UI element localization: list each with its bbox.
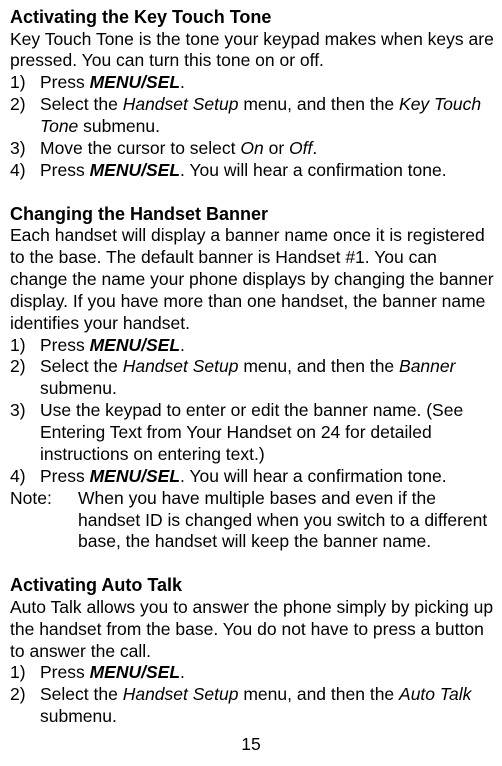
section-key-touch-tone: Activating the Key Touch Tone Key Touch …	[10, 6, 494, 182]
step-text: Press	[40, 160, 90, 180]
note-block: Note: When you have multiple bases and e…	[10, 488, 494, 554]
step-number: 1)	[10, 335, 26, 357]
step-number: 2)	[10, 94, 26, 116]
steps-handset-banner: 1) Press MENU/SEL. 2) Select the Handset…	[10, 335, 494, 488]
menu-sel-label: MENU/SEL	[90, 335, 180, 355]
step-text: Select the	[40, 94, 123, 114]
menu-name: Handset Setup	[123, 94, 239, 114]
heading-auto-talk: Activating Auto Talk	[10, 574, 494, 597]
step-text: .	[180, 662, 185, 682]
step-text: or	[264, 138, 289, 158]
steps-key-touch-tone: 1) Press MENU/SEL. 2) Select the Handset…	[10, 72, 494, 181]
page-number: 15	[0, 734, 502, 756]
submenu-name: Banner	[399, 356, 455, 376]
step-text: Press	[40, 662, 90, 682]
step-text: Use the keypad to enter or edit the bann…	[40, 400, 463, 464]
section-auto-talk: Activating Auto Talk Auto Talk allows yo…	[10, 574, 494, 728]
menu-name: Handset Setup	[123, 356, 239, 376]
step-text: .	[180, 335, 185, 355]
step-text: .	[180, 72, 185, 92]
step-number: 4)	[10, 160, 26, 182]
step-1: 1) Press MENU/SEL.	[10, 72, 494, 94]
step-4: 4) Press MENU/SEL. You will hear a confi…	[10, 466, 494, 488]
option-off: Off	[289, 138, 312, 158]
heading-handset-banner: Changing the Handset Banner	[10, 203, 494, 226]
submenu-name: Auto Talk	[399, 684, 471, 704]
step-text: menu, and then the	[238, 684, 399, 704]
step-1: 1) Press MENU/SEL.	[10, 662, 494, 684]
note-text: When you have multiple bases and even if…	[78, 488, 494, 554]
step-text: .	[312, 138, 317, 158]
intro-handset-banner: Each handset will display a banner name …	[10, 225, 494, 334]
step-number: 3)	[10, 400, 26, 422]
step-number: 1)	[10, 662, 26, 684]
step-text: Press	[40, 72, 90, 92]
step-number: 3)	[10, 138, 26, 160]
option-on: On	[240, 138, 263, 158]
note-label: Note:	[10, 488, 78, 554]
step-text: menu, and then the	[238, 94, 399, 114]
step-text: Select the	[40, 684, 123, 704]
section-handset-banner: Changing the Handset Banner Each handset…	[10, 203, 494, 554]
step-text: Select the	[40, 356, 123, 376]
menu-name: Handset Setup	[123, 684, 239, 704]
step-text: submenu.	[40, 378, 117, 398]
menu-sel-label: MENU/SEL	[90, 160, 180, 180]
step-2: 2) Select the Handset Setup menu, and th…	[10, 94, 494, 138]
step-text: Press	[40, 466, 90, 486]
menu-sel-label: MENU/SEL	[90, 466, 180, 486]
step-text: submenu.	[40, 706, 117, 726]
step-number: 4)	[10, 466, 26, 488]
step-text: . You will hear a confirmation tone.	[180, 160, 447, 180]
step-text: Press	[40, 335, 90, 355]
step-text: menu, and then the	[238, 356, 399, 376]
step-2: 2) Select the Handset Setup menu, and th…	[10, 356, 494, 400]
steps-auto-talk: 1) Press MENU/SEL. 2) Select the Handset…	[10, 662, 494, 728]
step-1: 1) Press MENU/SEL.	[10, 335, 494, 357]
step-4: 4) Press MENU/SEL. You will hear a confi…	[10, 160, 494, 182]
step-2: 2) Select the Handset Setup menu, and th…	[10, 684, 494, 728]
step-text: submenu.	[78, 116, 160, 136]
step-number: 1)	[10, 72, 26, 94]
intro-key-touch-tone: Key Touch Tone is the tone your keypad m…	[10, 29, 494, 73]
step-3: 3) Use the keypad to enter or edit the b…	[10, 400, 494, 466]
menu-sel-label: MENU/SEL	[90, 72, 180, 92]
intro-auto-talk: Auto Talk allows you to answer the phone…	[10, 597, 494, 663]
step-3: 3) Move the cursor to select On or Off.	[10, 138, 494, 160]
step-text: . You will hear a confirmation tone.	[180, 466, 447, 486]
step-number: 2)	[10, 684, 26, 706]
step-text: Move the cursor to select	[40, 138, 240, 158]
heading-key-touch-tone: Activating the Key Touch Tone	[10, 6, 494, 29]
menu-sel-label: MENU/SEL	[90, 662, 180, 682]
step-number: 2)	[10, 356, 26, 378]
